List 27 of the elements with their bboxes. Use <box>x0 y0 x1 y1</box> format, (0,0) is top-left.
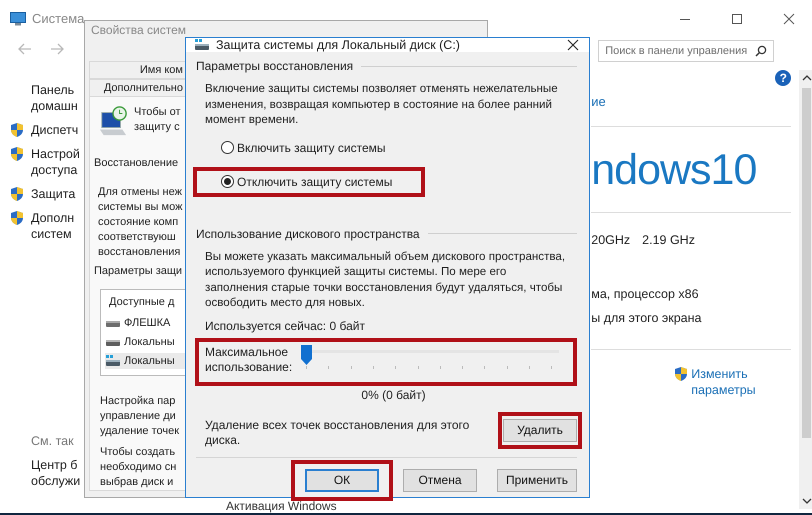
section-heading: Параметры восстановления <box>196 59 354 73</box>
section-heading: Использование дискового пространства <box>196 226 420 240</box>
description-text: Включение защиты системы позволяет отменять нежелательные изменения, возвращая компьютер в состояние на более ранний момент времени. <box>205 81 559 128</box>
section-heading: См. так <box>31 434 75 448</box>
window-title: Система <box>32 11 84 26</box>
info-text: ма, процессор x86 <box>591 287 699 301</box>
description-text: Для отмены неж системы вы мож состояние комп соответствуюш восстановления <box>98 185 182 260</box>
dialog-title: Защита системы для Локальный диск (C:) <box>216 38 461 52</box>
info-text: ы для этого экрана <box>591 311 702 325</box>
usage-text: Используется сейчас: 0 байт <box>205 318 366 332</box>
info-text: 20GHz <box>591 233 630 247</box>
description-text: Настройка пар управление ди удаление точек <box>100 394 180 439</box>
drive-name: ФЛЕШКА <box>124 317 170 329</box>
description-text: Чтобы от защиту с <box>134 105 181 135</box>
drive-name: Локальны <box>124 336 175 348</box>
activation-text: Активация Windows <box>226 499 337 513</box>
windows-logo: ndows10 <box>591 146 756 195</box>
slider-value: 0% (0 байт) <box>360 388 427 402</box>
info-text: 2.19 GHz <box>642 233 695 247</box>
slider-label: Максимальное использование: <box>205 344 294 374</box>
description-text: Чтобы создать необходимо сн выбрав диск и <box>100 445 176 490</box>
window-title: Свойства систем <box>91 23 186 37</box>
group-label: Параметры защи <box>94 264 182 279</box>
description-text: Вы можете указать максимальный объем дискового пространства, используемого функцией защиты системы. По мере его заполнения старые точки восстановления будут удаляться, чтобы освободить место для новых. <box>205 248 566 310</box>
description-text: Удаление всех точек восстановления для этого диска. <box>205 418 470 448</box>
drive-name: Локальны <box>124 355 175 367</box>
column-header: Доступные д <box>109 296 174 308</box>
